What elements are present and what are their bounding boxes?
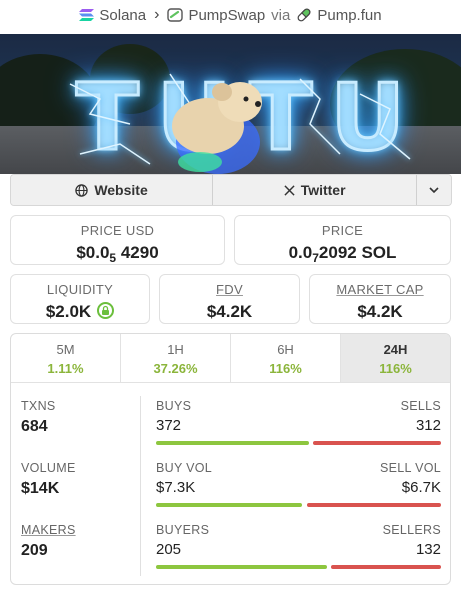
sell-bar bbox=[306, 503, 441, 507]
tab-5m[interactable]: 5M 1.11% bbox=[11, 334, 121, 382]
twitter-button[interactable]: Twitter bbox=[213, 175, 418, 205]
sellers-value: 132 bbox=[415, 541, 441, 558]
volume-row: VOLUME $14K BUY VOL SELL VOL $7.3K $6.7K bbox=[11, 461, 450, 523]
txns-row: TXNS 684 BUYS SELLS 372 312 bbox=[11, 399, 450, 461]
buyers-label: BUYERS bbox=[156, 523, 210, 537]
tab-label: 5M bbox=[56, 342, 75, 357]
timeframe-tabs: 5M 1.11% 1H 37.26% 6H 116% 24H 116% bbox=[11, 334, 450, 383]
price-usd-label: PRICE USD bbox=[80, 223, 155, 238]
dog-image bbox=[172, 82, 262, 174]
liquidity-row: $2.0K bbox=[11, 302, 149, 322]
tab-change: 116% bbox=[379, 361, 412, 376]
source-name: Pump.fun bbox=[317, 6, 382, 24]
volume-label: VOLUME bbox=[21, 461, 76, 475]
liquidity-card: LIQUIDITY $2.0K bbox=[10, 274, 150, 324]
stats-panel: 5M 1.11% 1H 37.26% 6H 116% 24H 116% TXNS… bbox=[10, 333, 451, 585]
globe-icon bbox=[75, 183, 89, 197]
breadcrumb-source[interactable]: Pump.fun bbox=[296, 6, 382, 24]
market-cap-card: MARKET CAP $4.2K bbox=[309, 274, 451, 324]
makers-row: MAKERS 209 BUYERS SELLERS 205 132 bbox=[11, 523, 450, 584]
price-native-label: PRICE bbox=[321, 223, 364, 238]
website-button[interactable]: Website bbox=[11, 175, 214, 205]
fdv-label[interactable]: FDV bbox=[160, 282, 299, 297]
price-usd-value: $0.05 4290 bbox=[11, 243, 224, 265]
price-native-digits: 2092 SOL bbox=[318, 243, 397, 262]
chain-name: Solana bbox=[99, 6, 147, 24]
price-native-zero-count: 7 bbox=[312, 251, 319, 265]
tab-1h[interactable]: 1H 37.26% bbox=[121, 334, 231, 382]
breadcrumb-dex[interactable]: PumpSwap bbox=[167, 7, 265, 24]
liquidity-label: LIQUIDITY bbox=[46, 282, 114, 297]
fdv-value: $4.2K bbox=[206, 302, 253, 321]
sells-value: 312 bbox=[415, 417, 441, 434]
x-icon bbox=[284, 184, 295, 196]
tab-label: 24H bbox=[383, 342, 408, 357]
website-label: Website bbox=[94, 182, 148, 198]
sellers-label: SELLERS bbox=[382, 523, 441, 537]
price-usd-card: PRICE USD $0.05 4290 bbox=[10, 215, 225, 265]
buy-bar bbox=[156, 565, 328, 569]
pill-icon bbox=[297, 8, 311, 22]
tab-label: 1H bbox=[167, 342, 184, 357]
links-bar: Website Twitter bbox=[10, 174, 452, 206]
buys-value: 372 bbox=[156, 417, 182, 434]
buyers-value: 205 bbox=[156, 541, 182, 558]
pumpswap-icon bbox=[167, 8, 184, 22]
solana-icon bbox=[79, 9, 95, 21]
buy-vol-value: $7.3K bbox=[156, 479, 196, 496]
token-banner-image: TUTU bbox=[0, 34, 461, 174]
price-native-value: 0.072092 SOL bbox=[235, 243, 450, 265]
tab-change: 37.26% bbox=[153, 361, 198, 376]
buys-label: BUYS bbox=[156, 399, 192, 413]
twitter-label: Twitter bbox=[300, 182, 346, 198]
price-usd-zero-count: 5 bbox=[109, 251, 117, 265]
more-links-button[interactable] bbox=[417, 175, 451, 205]
sell-vol-label: SELL VOL bbox=[380, 461, 441, 475]
buy-bar bbox=[156, 441, 310, 445]
txns-label: TXNS bbox=[21, 399, 56, 413]
fdv-card: FDV $4.2K bbox=[159, 274, 300, 324]
price-native-card: PRICE 0.072092 SOL bbox=[234, 215, 451, 265]
dex-name: PumpSwap bbox=[188, 6, 266, 24]
volume-value: $14K bbox=[21, 480, 60, 497]
tab-change: 116% bbox=[269, 361, 302, 376]
makers-ratio-bar bbox=[156, 565, 441, 569]
txns-ratio-bar bbox=[156, 441, 441, 445]
chevron-down-icon bbox=[429, 186, 439, 193]
lock-icon[interactable] bbox=[97, 302, 115, 319]
buy-vol-label: BUY VOL bbox=[156, 461, 213, 475]
market-cap-label[interactable]: MARKET CAP bbox=[310, 282, 450, 297]
liquidity-value: $2.0K bbox=[45, 302, 92, 321]
stats-grid: TXNS 684 BUYS SELLS 372 312 VOLUME $14K BU… bbox=[11, 383, 450, 584]
volume-ratio-bar bbox=[156, 503, 441, 507]
sells-label: SELLS bbox=[400, 399, 441, 413]
sell-vol-value: $6.7K bbox=[401, 479, 441, 496]
tab-label: 6H bbox=[277, 342, 294, 357]
breadcrumb: Solana › PumpSwap via Pump.fun bbox=[0, 0, 461, 30]
sell-bar bbox=[313, 441, 441, 445]
chevron-right-icon: › bbox=[154, 6, 160, 23]
sell-bar bbox=[331, 565, 441, 569]
makers-value: 209 bbox=[21, 542, 48, 559]
via-text: via bbox=[271, 6, 291, 24]
price-usd-prefix: $0.0 bbox=[76, 243, 110, 262]
price-usd-digits: 4290 bbox=[120, 243, 159, 262]
price-native-prefix: 0.0 bbox=[288, 243, 313, 262]
market-cap-value: $4.2K bbox=[357, 302, 403, 321]
tab-change: 1.11% bbox=[47, 361, 84, 376]
tab-24h[interactable]: 24H 116% bbox=[341, 334, 450, 382]
makers-label[interactable]: MAKERS bbox=[21, 523, 76, 537]
txns-value: 684 bbox=[21, 418, 48, 435]
tab-6h[interactable]: 6H 116% bbox=[231, 334, 341, 382]
breadcrumb-chain[interactable]: Solana bbox=[79, 7, 146, 24]
buy-bar bbox=[156, 503, 303, 507]
